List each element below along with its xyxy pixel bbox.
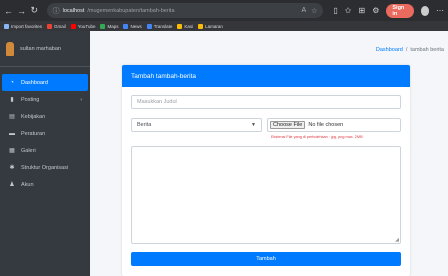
sidebar-item-akun[interactable]: ♟ Akun bbox=[2, 176, 88, 193]
bookmark-label: Gmail bbox=[54, 23, 66, 29]
url-path: /mugemenkabupaten/tambah-berita bbox=[87, 7, 175, 14]
profile-button[interactable]: Sign in bbox=[386, 3, 414, 18]
bookmark-item[interactable]: Kasi bbox=[177, 23, 194, 29]
bookmark-label: News bbox=[130, 23, 142, 29]
sidebar-item-peraturan[interactable]: ▬ Peraturan bbox=[2, 125, 88, 142]
sidebar: sultan marhaban ◔ Dashboard ▮ Posting ‹ ▤ Kebi… bbox=[0, 31, 90, 276]
file-upload[interactable]: Choose File No file chosen bbox=[267, 118, 401, 132]
sidebar-item-label: Akun bbox=[21, 181, 34, 188]
bookmark-label: Translate bbox=[153, 23, 173, 29]
bookmark-icon bbox=[146, 23, 152, 29]
bookmark-item[interactable]: YouTube bbox=[70, 23, 96, 29]
info-icon[interactable]: ⓘ bbox=[53, 6, 60, 16]
user-icon: ♟ bbox=[9, 182, 15, 188]
sidebar-item-dashboard[interactable]: ◔ Dashboard bbox=[2, 74, 88, 91]
bookmark-icon bbox=[47, 23, 53, 29]
extensions-icon[interactable]: ⚙ bbox=[372, 6, 379, 15]
browser-toolbar: ← → ↻ ⓘ localhost /mugemenkabupaten/tamb… bbox=[0, 0, 448, 21]
url-host: localhost bbox=[62, 7, 85, 14]
form-card: Tambah tambah-berita Berita ▼ Choose Fil… bbox=[122, 65, 410, 276]
read-aloud-icon[interactable]: A bbox=[301, 7, 306, 15]
browser-actions: ▯ ✩ ⊞ ⚙ Sign in ⋯ bbox=[333, 3, 444, 18]
sidebar-item-posting[interactable]: ▮ Posting ‹ bbox=[2, 91, 88, 108]
judul-input[interactable] bbox=[131, 95, 401, 109]
bookmark-item[interactable]: Maps bbox=[100, 23, 119, 29]
star-icon[interactable]: ☆ bbox=[311, 7, 317, 15]
file-icon: ▮ bbox=[10, 97, 14, 103]
bookmark-item[interactable]: Gmail bbox=[47, 23, 66, 29]
breadcrumb-current: tambah berita bbox=[410, 47, 444, 53]
bookmark-label: Kasi bbox=[184, 23, 194, 29]
bookmark-item[interactable]: News bbox=[123, 23, 142, 29]
breadcrumb: Dashboard / tambah berita bbox=[376, 47, 444, 53]
favorites-icon[interactable]: ✩ bbox=[345, 6, 352, 15]
bookmark-label: YouTube bbox=[77, 23, 96, 29]
address-bar-actions: A ☆ bbox=[301, 7, 317, 15]
bookmark-item[interactable]: Lamaran bbox=[198, 23, 223, 29]
breadcrumb-dashboard-link[interactable]: Dashboard bbox=[376, 47, 403, 53]
sidebar-item-kebijakan[interactable]: ▤ Kebijakan bbox=[2, 108, 88, 125]
content-textarea[interactable]: ◢ bbox=[131, 146, 401, 244]
sidebar-item-label: Peraturan bbox=[21, 130, 46, 137]
form-title: Tambah tambah-berita bbox=[122, 65, 410, 87]
chevron-left-icon: ‹ bbox=[80, 96, 82, 103]
bookmarks-bar: Import favorites Gmail YouTube Maps News Tran… bbox=[0, 21, 448, 31]
bookmark-icon bbox=[177, 23, 183, 29]
split-screen-icon[interactable]: ▯ bbox=[333, 6, 337, 15]
dashboard-icon: ◔ bbox=[10, 79, 14, 86]
bookmark-icon bbox=[198, 23, 204, 29]
sidebar-nav: ◔ Dashboard ▮ Posting ‹ ▤ Kebijakan ▬ Peraturan ▦… bbox=[0, 74, 90, 193]
document-icon: ▬ bbox=[9, 130, 15, 137]
image-icon: ▦ bbox=[9, 148, 15, 154]
user-avatar bbox=[6, 41, 14, 56]
kategori-value: Berita bbox=[137, 122, 152, 128]
forward-icon[interactable]: → bbox=[17, 6, 26, 16]
bookmark-icon bbox=[70, 23, 76, 29]
choose-file-button[interactable]: Choose File bbox=[270, 121, 306, 129]
bookmark-label: Import favorites bbox=[11, 23, 43, 29]
file-hint: Ekstensi File yang di perbolehkan : jpg,… bbox=[271, 135, 363, 139]
kategori-select[interactable]: Berita ▼ bbox=[131, 118, 262, 132]
users-icon: ✱ bbox=[9, 165, 15, 171]
bookmark-item[interactable]: Translate bbox=[146, 23, 173, 29]
bookmark-icon bbox=[4, 23, 9, 29]
user-name: sultan marhaban bbox=[20, 45, 61, 52]
bookmark-label: Maps bbox=[107, 23, 119, 29]
bookmark-item[interactable]: Import favorites bbox=[4, 23, 43, 29]
tambah-button[interactable]: Tambah bbox=[131, 252, 401, 266]
sidebar-item-label: Galeri bbox=[21, 147, 36, 154]
sidebar-item-label: Dashboard bbox=[21, 79, 48, 86]
collections-icon[interactable]: ⊞ bbox=[359, 6, 366, 15]
more-menu-icon[interactable]: ⋯ bbox=[436, 6, 444, 15]
bookmark-label: Lamaran bbox=[205, 23, 223, 29]
sidebar-item-label: Posting bbox=[21, 96, 40, 103]
breadcrumb-separator: / bbox=[405, 47, 408, 53]
user-panel[interactable]: sultan marhaban bbox=[0, 31, 90, 67]
avatar[interactable] bbox=[420, 5, 430, 16]
bookmark-icon bbox=[100, 23, 106, 29]
sidebar-item-label: Kebijakan bbox=[21, 113, 46, 120]
resize-handle-icon[interactable]: ◢ bbox=[395, 237, 399, 243]
file-status: No file chosen bbox=[308, 122, 344, 128]
reload-icon[interactable]: ↻ bbox=[30, 5, 39, 16]
bookmark-icon bbox=[123, 23, 129, 29]
book-icon: ▤ bbox=[9, 114, 15, 120]
main-content: Dashboard / tambah berita Tambah tambah-… bbox=[90, 31, 448, 276]
back-icon[interactable]: ← bbox=[4, 6, 13, 16]
address-bar[interactable]: ⓘ localhost /mugemenkabupaten/tambah-ber… bbox=[46, 3, 324, 18]
sidebar-item-struktur-organisasi[interactable]: ✱ Struktur Organisasi bbox=[2, 159, 88, 176]
sidebar-item-galeri[interactable]: ▦ Galeri bbox=[2, 142, 88, 159]
sidebar-item-label: Struktur Organisasi bbox=[21, 164, 69, 171]
chevron-down-icon: ▼ bbox=[251, 122, 256, 128]
